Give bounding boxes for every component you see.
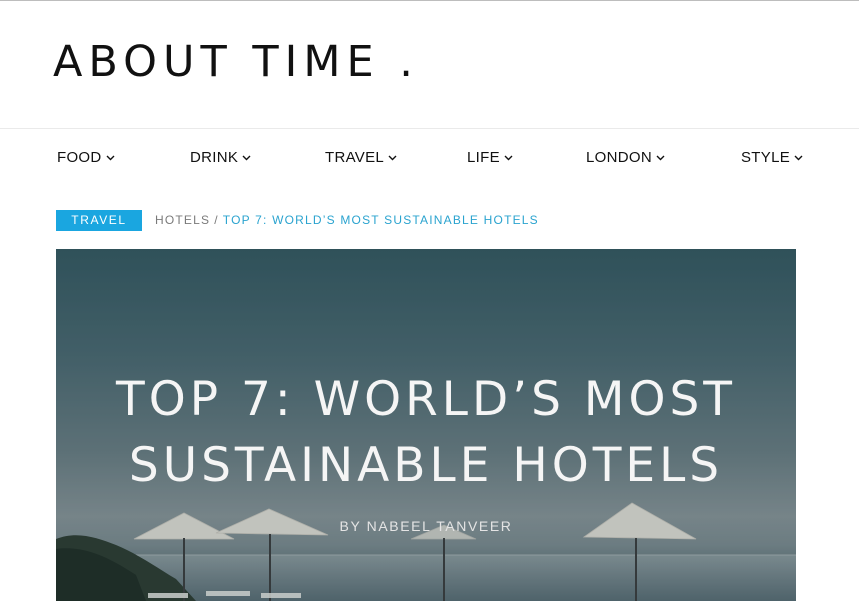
nav-item-style[interactable]: STYLE <box>741 149 803 166</box>
main-nav: FOOD DRINK TRAVEL LIFE LONDON STYLE <box>0 149 859 175</box>
nav-item-label: FOOD <box>57 149 102 166</box>
breadcrumb-current: TOP 7: WORLD’S MOST SUSTAINABLE HOTELS <box>222 213 539 227</box>
nav-item-life[interactable]: LIFE <box>467 149 513 166</box>
hero-image: TOP 7: WORLD’S MOST SUSTAINABLE HOTELS B… <box>56 249 796 601</box>
nav-item-label: LONDON <box>586 149 652 166</box>
breadcrumb-separator: / <box>214 213 219 227</box>
breadcrumb-row: TRAVEL HOTELS / TOP 7: WORLD’S MOST SUSTAI… <box>0 210 859 231</box>
author-byline[interactable]: BY NABEEL TANVEER <box>56 518 796 534</box>
nav-item-label: STYLE <box>741 149 791 166</box>
chevron-down-icon <box>388 155 397 160</box>
category-tag[interactable]: TRAVEL <box>56 210 142 231</box>
nav-item-london[interactable]: LONDON <box>586 149 665 166</box>
chevron-down-icon <box>106 155 115 160</box>
breadcrumb-link-hotels[interactable]: HOTELS <box>155 213 210 227</box>
nav-item-drink[interactable]: DRINK <box>190 149 251 166</box>
nav-item-label: TRAVEL <box>325 149 385 166</box>
site-header: ABOUT TIME . <box>0 1 859 129</box>
chevron-down-icon <box>794 155 803 160</box>
breadcrumb: HOTELS / TOP 7: WORLD’S MOST SUSTAINABLE H… <box>155 210 539 231</box>
chevron-down-icon <box>242 155 251 160</box>
nav-item-label: DRINK <box>190 149 239 166</box>
hero-title: TOP 7: WORLD’S MOST SUSTAINABLE HOTELS <box>56 367 796 499</box>
nav-item-travel[interactable]: TRAVEL <box>325 149 397 166</box>
chevron-down-icon <box>656 155 665 160</box>
chevron-down-icon <box>504 155 513 160</box>
hero-title-line: SUSTAINABLE HOTELS <box>128 438 724 493</box>
nav-item-label: LIFE <box>467 149 500 166</box>
nav-item-food[interactable]: FOOD <box>57 149 115 166</box>
hero-title-line: TOP 7: WORLD’S MOST <box>116 372 736 427</box>
site-logo[interactable]: ABOUT TIME . <box>53 37 419 87</box>
